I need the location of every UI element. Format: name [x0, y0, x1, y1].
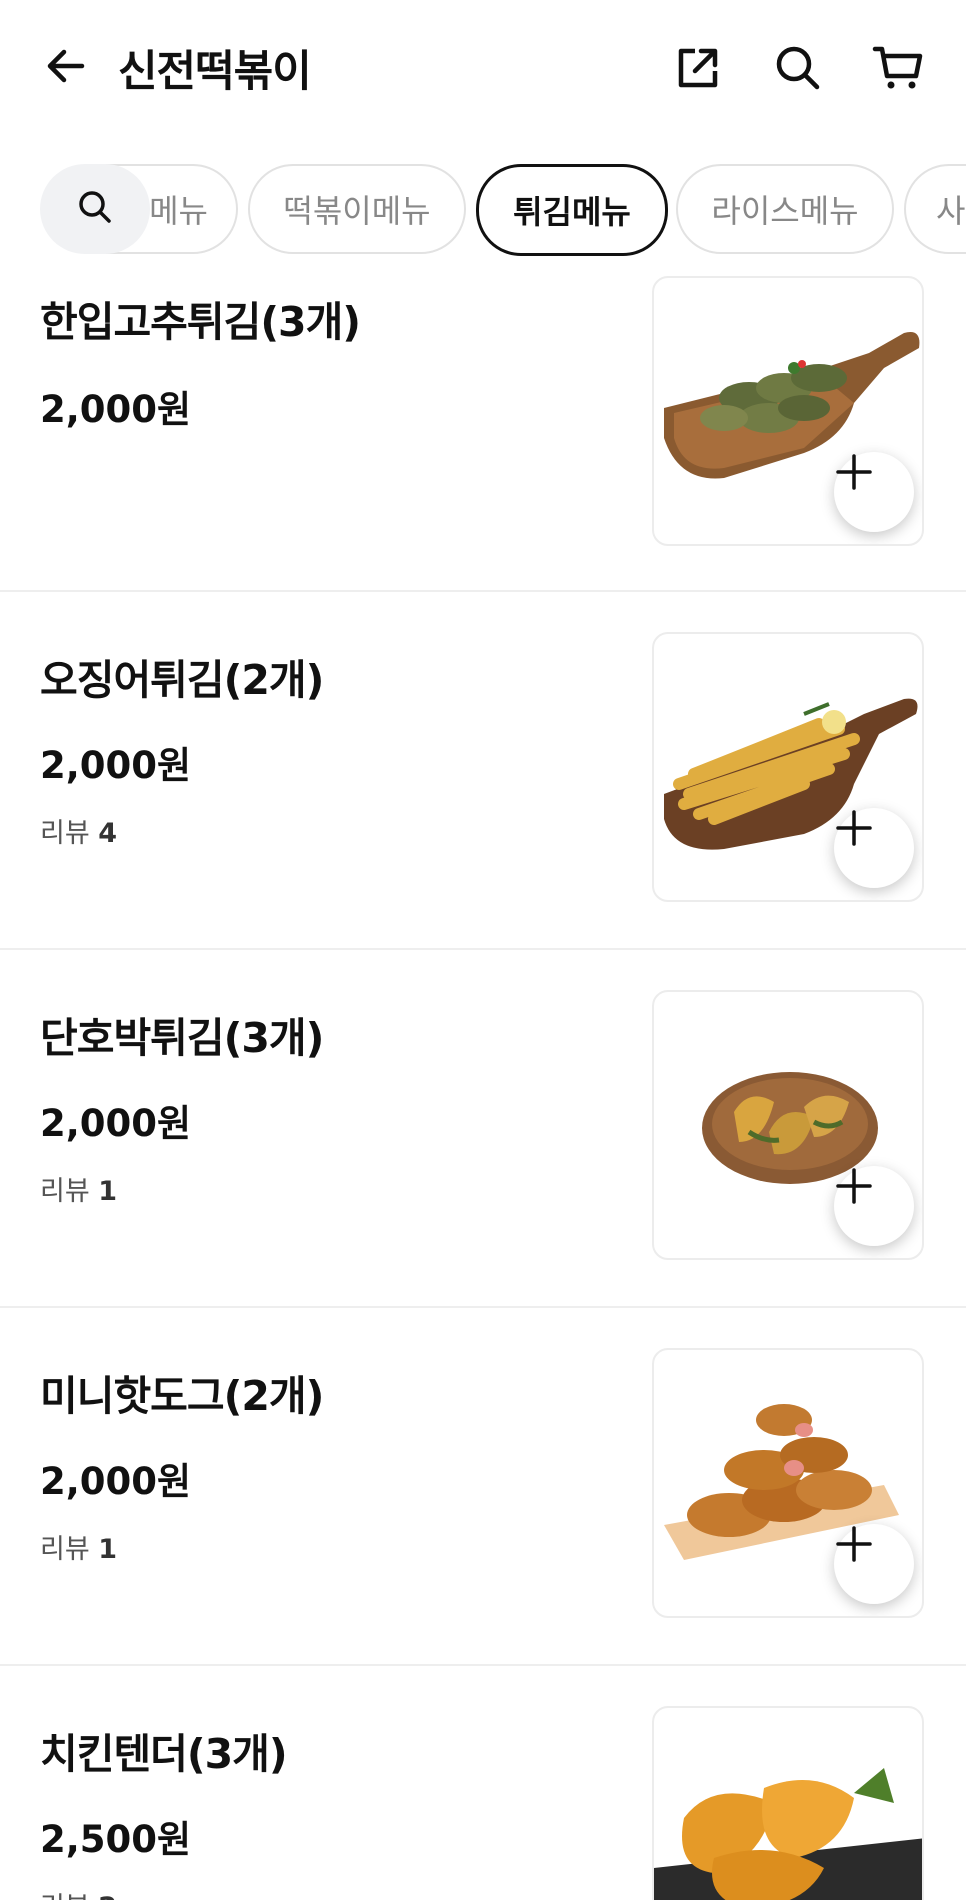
item-name: 미니핫도그(2개): [40, 1372, 324, 1420]
list-item[interactable]: 오징어튀김(2개) 2,000원 리뷰 4: [0, 592, 966, 950]
tab-label: 튀김메뉴: [513, 193, 631, 231]
list-item[interactable]: 한입고추튀김(3개) 2,000원: [0, 256, 966, 592]
tab-label: 메뉴: [149, 192, 208, 230]
item-review: 리뷰 2: [40, 1890, 117, 1900]
share-icon: [673, 43, 723, 97]
tab-label: 떡볶이메뉴: [283, 192, 431, 230]
item-name: 오징어튀김(2개): [40, 656, 324, 704]
tab-fried[interactable]: 튀김메뉴: [476, 164, 668, 256]
review-count: 1: [98, 1176, 118, 1207]
review-count: 2: [98, 1892, 117, 1900]
add-to-cart-button[interactable]: [834, 1166, 914, 1246]
item-name: 치킨텐더(3개): [40, 1730, 288, 1778]
review-label: 리뷰: [40, 818, 90, 849]
item-price: 2,000원: [40, 388, 192, 431]
item-image[interactable]: [652, 276, 924, 546]
review-label: 리뷰: [40, 1892, 90, 1900]
menu-search-button[interactable]: [40, 164, 150, 254]
item-price: 2,500원: [40, 1818, 192, 1861]
list-item[interactable]: 미니핫도그(2개) 2,000원 리뷰 1: [0, 1308, 966, 1666]
item-price: 2,000원: [40, 744, 192, 787]
review-count: 4: [98, 818, 118, 849]
share-button[interactable]: [670, 42, 726, 98]
item-price: 2,000원: [40, 1460, 192, 1503]
cart-button[interactable]: [870, 42, 926, 98]
page-title: 신전떡볶이: [118, 47, 312, 97]
search-icon: [773, 43, 823, 97]
item-review: 리뷰 4: [40, 816, 117, 852]
item-image[interactable]: [652, 1706, 924, 1900]
search-icon: [75, 187, 115, 231]
item-image[interactable]: [652, 1348, 924, 1618]
category-tabs: 메뉴 떡볶이메뉴 튀김메뉴 라이스메뉴 사: [0, 160, 966, 256]
search-button[interactable]: [770, 42, 826, 98]
item-review: 리뷰 1: [40, 1532, 117, 1568]
item-image[interactable]: [652, 990, 924, 1260]
item-image[interactable]: [652, 632, 924, 902]
add-to-cart-button[interactable]: [834, 452, 914, 532]
list-item[interactable]: 치킨텐더(3개) 2,500원 리뷰 2: [0, 1666, 966, 1900]
back-button[interactable]: [38, 40, 94, 96]
tab-side[interactable]: 사: [904, 164, 966, 254]
app-header: 신전떡볶이: [0, 0, 966, 150]
tab-tteokbokki[interactable]: 떡볶이메뉴: [248, 164, 466, 254]
list-item[interactable]: 단호박튀김(3개) 2,000원 리뷰 1: [0, 950, 966, 1308]
item-name: 단호박튀김(3개): [40, 1014, 324, 1062]
tab-label: 라이스메뉴: [711, 192, 859, 230]
review-label: 리뷰: [40, 1176, 90, 1207]
item-review: 리뷰 1: [40, 1174, 117, 1210]
arrow-left-icon: [42, 42, 90, 94]
add-to-cart-button[interactable]: [834, 1524, 914, 1604]
review-count: 1: [98, 1534, 118, 1565]
item-name: 한입고추튀김(3개): [40, 298, 361, 346]
cart-icon: [872, 42, 924, 98]
tab-rice[interactable]: 라이스메뉴: [676, 164, 894, 254]
tab-label: 사: [936, 192, 966, 230]
review-label: 리뷰: [40, 1534, 90, 1565]
item-price: 2,000원: [40, 1102, 192, 1145]
add-to-cart-button[interactable]: [834, 808, 914, 888]
